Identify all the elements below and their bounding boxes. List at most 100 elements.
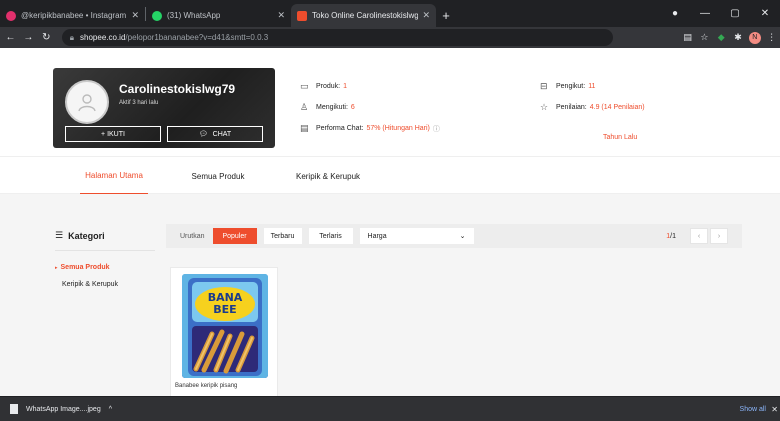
shop-profile-card: Carolinestokislwg79 Aktif 3 hari lalu + …: [53, 68, 275, 148]
stat-label: Performa Chat:: [316, 125, 364, 132]
chat-icon: ▤: [300, 123, 309, 133]
download-item[interactable]: WhatsApp Image....jpeg ^: [10, 404, 112, 414]
url-path: /pelopor1bananabee?v=d41&smtt=0.0.3: [125, 33, 269, 42]
follow-button[interactable]: + IKUTI: [65, 126, 161, 142]
close-icon[interactable]: ✕: [422, 10, 430, 21]
stat-label: Produk:: [316, 83, 341, 90]
category-item-label: Semua Produk: [60, 264, 110, 271]
product-image: BANA BEE: [182, 274, 268, 378]
browser-toolbar: ← → ↻ 🔒︎ shopee.co.id /pelopor1bananabee…: [0, 27, 780, 48]
close-icon[interactable]: ✕: [131, 10, 139, 21]
price-sort-select[interactable]: Harga ⌄: [359, 228, 474, 244]
window-controls: ● — ▢ ✕: [660, 0, 780, 27]
stat-value: 6: [350, 104, 355, 111]
chat-button-label: CHAT: [212, 130, 232, 138]
shopee-store-page: Carolinestokislwg79 Aktif 3 hari lalu + …: [0, 48, 780, 396]
shop-content: ☰ Kategori ▸ Semua Produk Keripik & Kerup…: [0, 194, 780, 396]
stat-value: 11: [588, 83, 596, 90]
tab-title: (31) WhatsApp: [167, 11, 221, 20]
lock-icon: 🔒︎: [69, 32, 75, 42]
forward-arrow-icon[interactable]: →: [21, 32, 36, 43]
close-download-bar-icon[interactable]: ✕: [771, 405, 778, 414]
minimize-icon[interactable]: —: [690, 8, 720, 19]
star-bookmark-icon[interactable]: ☆: [696, 32, 713, 43]
sort-terbaru-button[interactable]: Terbaru: [263, 228, 302, 244]
user-placeholder-icon: [78, 94, 96, 112]
download-bar: WhatsApp Image....jpeg ^ Show all ✕: [0, 396, 780, 421]
page-total: /1: [670, 232, 676, 240]
store-icon: ▭: [300, 81, 309, 91]
stat-chat-performance: ▤ Performa Chat: 57% (Hitungan Hari) ⓘ: [300, 123, 440, 134]
mini-pager: 1/1 ‹ ›: [666, 224, 742, 248]
new-tab-icon[interactable]: +: [436, 4, 456, 27]
next-page-chevron-right-icon[interactable]: ›: [710, 228, 728, 244]
tab-instagram[interactable]: @keripikbanabee • Instagram pl ✕: [0, 4, 145, 27]
reload-icon[interactable]: ↻: [39, 32, 54, 43]
stat-followers: ⊟ Pengikut: 11: [540, 81, 595, 92]
chat-button[interactable]: 💬︎ CHAT: [167, 126, 263, 142]
product-name: Banabee keripik pisang: [175, 383, 238, 389]
stat-value: 1: [343, 83, 348, 90]
chrome-menu-circle-icon[interactable]: ●: [660, 8, 690, 19]
category-item-semua-produk[interactable]: ▸ Semua Produk: [55, 264, 110, 271]
shopee-favicon-icon: [297, 10, 307, 21]
tab-shopee-store[interactable]: Toko Online Carolinestokislwg79 ✕: [291, 4, 436, 27]
stat-joined-value: Tahun Lalu: [603, 134, 638, 141]
caret-right-icon: ▸: [55, 265, 58, 271]
sort-populer-button[interactable]: Populer: [212, 228, 257, 244]
prev-page-chevron-left-icon[interactable]: ‹: [690, 228, 708, 244]
star-icon: ☆: [540, 102, 549, 112]
url-host: shopee.co.id: [80, 33, 126, 42]
banabee-package-illustration: BANA BEE: [182, 274, 268, 378]
svg-text:BEE: BEE: [213, 303, 236, 316]
tab-whatsapp[interactable]: (31) WhatsApp ✕: [146, 4, 291, 27]
chevron-down-icon: ⌄: [459, 233, 466, 240]
category-item-keripik-kerupuk[interactable]: Keripik & Kerupuk: [62, 281, 118, 288]
stat-value: 57% (Hitungan Hari): [366, 125, 430, 132]
maximize-icon[interactable]: ▢: [720, 8, 750, 19]
shop-name: Carolinestokislwg79: [119, 82, 236, 96]
chevron-up-icon[interactable]: ^: [109, 406, 112, 413]
puzzle-extensions-icon[interactable]: ✱: [730, 32, 747, 43]
tab-title: @keripikbanabee • Instagram pl: [21, 11, 128, 20]
price-select-label: Harga: [367, 232, 387, 240]
info-icon[interactable]: ⓘ: [433, 124, 440, 134]
tab-halaman-utama[interactable]: Halaman Utama: [80, 157, 148, 195]
stat-value: 4.9 (14 Penilaian): [589, 104, 645, 111]
person-icon: ♙: [300, 102, 309, 112]
shop-nav-tabs: Halaman Utama Semua Produk Keripik & Ker…: [0, 156, 780, 195]
close-icon[interactable]: ✕: [277, 10, 285, 21]
back-arrow-icon[interactable]: ←: [3, 32, 18, 43]
shop-header: Carolinestokislwg79 Aktif 3 hari lalu + …: [0, 48, 780, 156]
profile-avatar[interactable]: N: [746, 31, 763, 44]
followers-icon: ⊟: [540, 81, 548, 91]
file-icon: [10, 404, 18, 414]
sort-bar: Urutkan Populer Terbaru Terlaris Harga ⌄…: [166, 224, 742, 248]
show-all-downloads-link[interactable]: Show all: [740, 406, 766, 413]
close-window-icon[interactable]: ✕: [750, 8, 780, 19]
stat-label: Mengikuti:: [316, 104, 348, 111]
kebab-menu-icon[interactable]: ⋮: [763, 32, 780, 43]
extension-icon[interactable]: ◆: [713, 32, 730, 43]
category-title: ☰ Kategori: [55, 230, 105, 241]
sort-terlaris-button[interactable]: Terlaris: [308, 228, 353, 244]
stat-following: ♙ Mengikuti: 6: [300, 102, 355, 113]
tab-semua-produk[interactable]: Semua Produk: [184, 157, 252, 195]
stat-rating: ☆ Penilaian: 4.9 (14 Penilaian): [540, 102, 645, 113]
chat-bubble-icon: 💬︎: [198, 131, 208, 138]
category-title-label: Kategori: [68, 230, 105, 241]
tab-title: Toko Online Carolinestokislwg79: [312, 11, 419, 20]
product-card[interactable]: BANA BEE Banabee keripik pisang: [170, 267, 278, 396]
page-indicator: 1/1: [666, 233, 676, 240]
sort-label: Urutkan: [180, 232, 205, 240]
reader-icon[interactable]: ▤: [679, 32, 696, 43]
download-filename: WhatsApp Image....jpeg: [26, 405, 101, 413]
instagram-favicon-icon: [6, 10, 16, 21]
tab-keripik-kerupuk[interactable]: Keripik & Kerupuk: [288, 157, 368, 195]
address-bar[interactable]: 🔒︎ shopee.co.id /pelopor1bananabee?v=d41…: [61, 29, 614, 46]
shop-active-status: Aktif 3 hari lalu: [119, 100, 159, 106]
stat-label: Penilaian:: [556, 104, 587, 111]
shop-avatar[interactable]: [65, 80, 109, 124]
category-divider: [55, 250, 155, 251]
list-menu-icon: ☰: [55, 230, 64, 240]
